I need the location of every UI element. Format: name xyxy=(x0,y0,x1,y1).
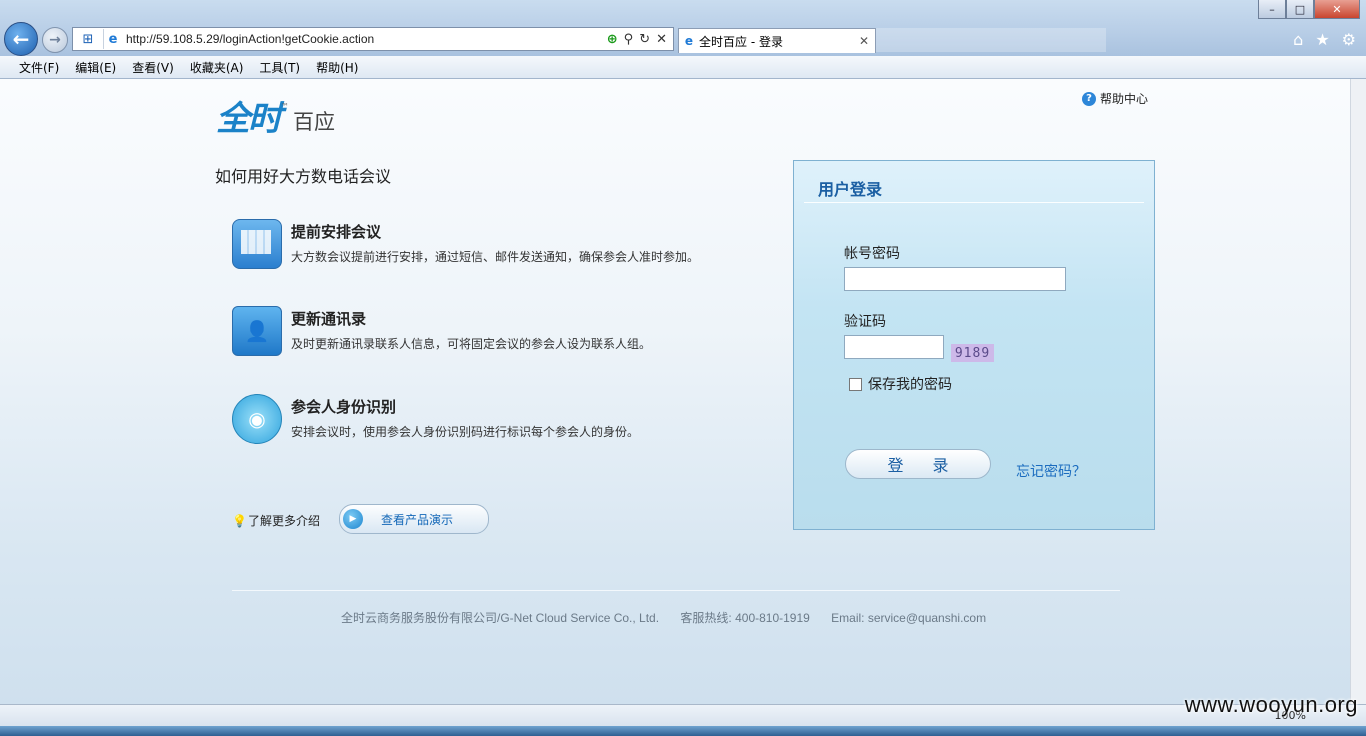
url-text[interactable]: http://59.108.5.29/loginAction!getCookie… xyxy=(122,32,607,46)
menu-edit[interactable]: 编辑(E) xyxy=(67,59,124,76)
forward-button[interactable]: → xyxy=(42,27,68,53)
page-content: ? 帮助中心 全时 ™ 百应 如何用好大方数电话会议 提前安排会议 大方数会议提… xyxy=(0,79,1350,704)
feature-schedule: 提前安排会议 大方数会议提前进行安排，通过短信、邮件发送通知，确保参会人准时参加… xyxy=(232,219,752,271)
eye-icon: ◉ xyxy=(232,394,282,444)
menu-favorites[interactable]: 收藏夹(A) xyxy=(182,59,252,76)
browser-titlebar: – □ ✕ ← → ⊞ e http://59.108.5.29/loginAc… xyxy=(0,0,1366,56)
feature-title: 参会人身份识别 xyxy=(291,398,397,416)
menu-help[interactable]: 帮助(H) xyxy=(308,59,366,76)
logo-mark: 全时 xyxy=(216,99,282,139)
help-label: 帮助中心 xyxy=(1100,92,1149,106)
footer-divider xyxy=(232,590,1120,591)
back-button[interactable]: ← xyxy=(4,22,38,56)
menu-view[interactable]: 查看(V) xyxy=(124,59,182,76)
remember-checkbox[interactable] xyxy=(849,377,862,391)
feature-desc: 大方数会议提前进行安排，通过短信、邮件发送通知，确保参会人准时参加。 xyxy=(291,250,700,264)
feature-title: 提前安排会议 xyxy=(291,223,382,241)
footer-email: Email: service@quanshi.com xyxy=(831,611,987,625)
footer-hotline: 客服热线: 400-810-1919 xyxy=(680,611,810,625)
login-panel: 用户登录 帐号密码 验证码 9189 保存我的密码 登 录 忘记密码？ xyxy=(793,160,1155,530)
divider xyxy=(804,202,1144,203)
demo-label: 查看产品演示 xyxy=(381,512,454,527)
forgot-password-link[interactable]: 忘记密码？ xyxy=(1016,461,1086,481)
window-controls: – □ ✕ xyxy=(1258,0,1360,19)
tab-title: 全时百应 - 登录 xyxy=(699,34,783,49)
ie-page-icon: e xyxy=(108,31,118,47)
learn-more-label: 了解更多介绍 xyxy=(248,514,321,528)
status-bar: 100% xyxy=(0,704,1366,727)
feature-desc: 安排会议时，使用参会人身份识别码进行标识每个参会人的身份。 xyxy=(291,425,640,439)
help-icon: ? xyxy=(1082,91,1096,106)
tab-close-icon[interactable]: ✕ xyxy=(859,34,875,48)
minimize-button[interactable]: – xyxy=(1258,0,1286,19)
refresh-icon[interactable]: ↻ xyxy=(639,32,650,47)
feature-title: 更新通讯录 xyxy=(291,310,367,328)
captcha-label: 验证码 xyxy=(844,314,886,330)
star-icon[interactable]: ★ xyxy=(1315,30,1329,49)
feature-desc: 及时更新通讯录联系人信息，可将固定会议的参会人设为联系人组。 xyxy=(291,337,652,351)
address-book-icon: 👤 xyxy=(232,306,282,356)
go-icon[interactable]: ⊕ xyxy=(607,32,618,47)
login-title: 用户登录 xyxy=(818,180,883,199)
menu-tools[interactable]: 工具(T) xyxy=(251,59,308,76)
feature-identify: ◉ 参会人身份识别 安排会议时，使用参会人身份识别码进行标识每个参会人的身份。 xyxy=(232,394,752,446)
captcha-input[interactable] xyxy=(844,335,944,359)
login-button[interactable]: 登 录 xyxy=(845,449,991,479)
ie-tab-icon: e xyxy=(684,34,694,48)
stop-icon[interactable]: ✕ xyxy=(656,32,667,47)
taskbar xyxy=(0,726,1366,736)
gear-icon[interactable]: ⚙ xyxy=(1342,30,1356,49)
help-center-link[interactable]: ? 帮助中心 xyxy=(1082,90,1148,107)
footer: 全时云商务服务股份有限公司/G-Net Cloud Service Co., L… xyxy=(341,609,1004,626)
browser-tab-active[interactable]: e 全时百应 - 登录 ✕ xyxy=(678,28,876,53)
logo: 全时 ™ 百应 xyxy=(216,99,335,139)
new-tab[interactable] xyxy=(876,28,1106,52)
account-label: 帐号密码 xyxy=(844,246,900,262)
address-bar[interactable]: ⊞ e http://59.108.5.29/loginAction!getCo… xyxy=(72,27,674,51)
maximize-button[interactable]: □ xyxy=(1286,0,1314,19)
play-icon: ▶ xyxy=(343,509,363,529)
watermark: www.wooyun.org xyxy=(1184,692,1358,717)
product-demo-button[interactable]: ▶ 查看产品演示 xyxy=(339,504,489,534)
back-arrow-icon: ← xyxy=(12,27,30,51)
account-input[interactable] xyxy=(844,267,1066,291)
lightbulb-icon: 💡 xyxy=(232,513,247,528)
forward-arrow-icon: → xyxy=(49,32,61,48)
menu-bar: 文件(F) 编辑(E) 查看(V) 收藏夹(A) 工具(T) 帮助(H) xyxy=(0,56,1366,79)
search-icon[interactable]: ⚲ xyxy=(624,32,634,47)
close-button[interactable]: ✕ xyxy=(1314,0,1360,19)
remember-password[interactable]: 保存我的密码 xyxy=(849,374,952,394)
intro-title: 如何用好大方数电话会议 xyxy=(215,167,392,186)
feature-contacts: 👤 更新通讯录 及时更新通讯录联系人信息，可将固定会议的参会人设为联系人组。 xyxy=(232,306,752,358)
remember-label: 保存我的密码 xyxy=(868,377,952,393)
menu-file[interactable]: 文件(F) xyxy=(11,59,67,76)
vertical-scrollbar[interactable] xyxy=(1350,79,1366,704)
home-icon[interactable]: ⌂ xyxy=(1293,30,1303,49)
learn-more[interactable]: 💡 了解更多介绍 xyxy=(232,512,320,529)
logo-text: 百应 xyxy=(293,110,335,134)
calendar-icon xyxy=(232,219,282,269)
footer-company: 全时云商务服务股份有限公司/G-Net Cloud Service Co., L… xyxy=(341,611,660,625)
captcha-image[interactable]: 9189 xyxy=(951,344,994,362)
compat-view-icon[interactable]: ⊞ xyxy=(73,29,104,49)
